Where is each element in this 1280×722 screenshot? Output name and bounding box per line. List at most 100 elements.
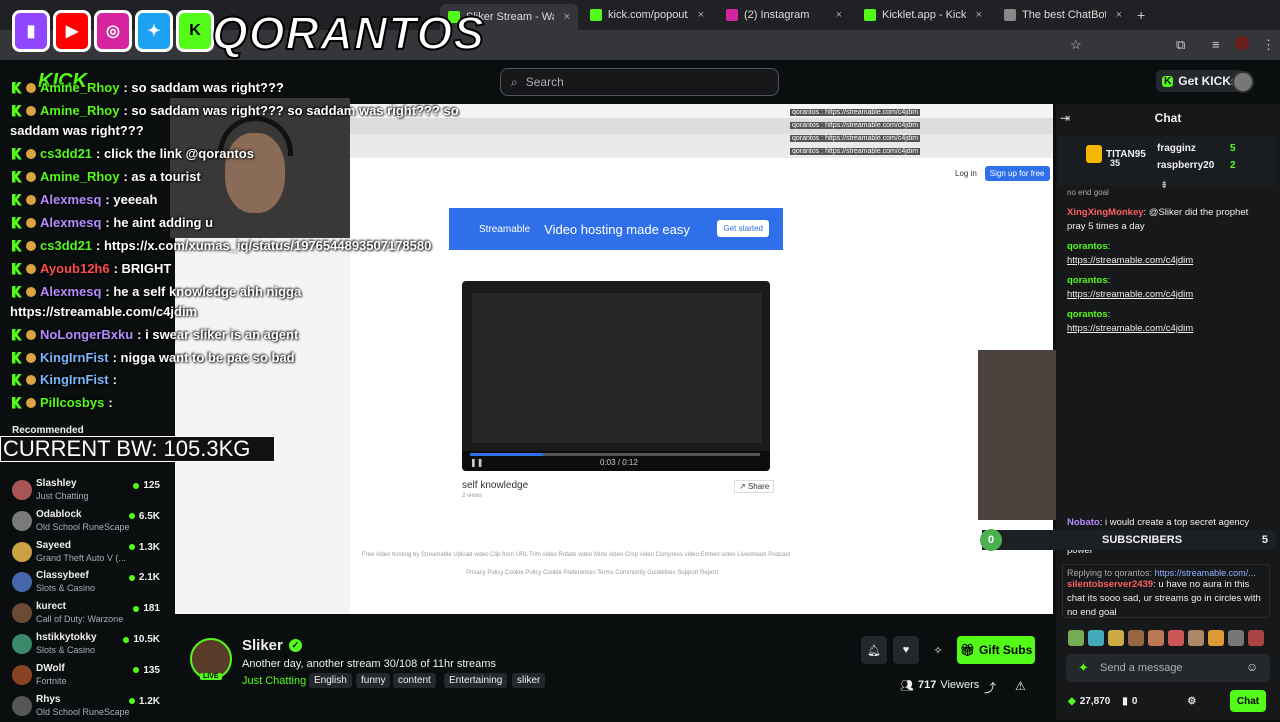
close-icon[interactable]: × <box>836 9 842 21</box>
chat-username[interactable]: XingXingMonkey <box>1067 207 1144 218</box>
new-tab-icon[interactable]: + <box>1137 7 1145 23</box>
reply-user[interactable]: silentobserver2439 <box>1067 579 1153 590</box>
live-dot-icon <box>128 698 135 705</box>
browser-tab[interactable]: The best ChatBot and W × <box>996 4 1130 26</box>
close-icon[interactable]: × <box>564 11 570 23</box>
sidebar-channel[interactable]: Sayeed Grand Theft Auto V (... 1.3K <box>10 540 160 568</box>
youtube-icon: ▶ <box>53 10 91 52</box>
emote-icon[interactable] <box>1208 630 1224 646</box>
stream-tag[interactable]: Entertaining <box>444 673 508 688</box>
settings-icon[interactable]: ⚙ <box>1187 696 1196 707</box>
gift-subs-button[interactable]: 🎁︎ Gift Subs <box>957 636 1035 664</box>
tab-favicon-icon <box>590 9 602 21</box>
emote-bar <box>1068 630 1264 646</box>
chat-username[interactable]: qorantos <box>1067 241 1108 252</box>
stream-category[interactable]: Just Chatting <box>242 675 306 687</box>
chat-message-input[interactable]: Send a message <box>1066 654 1270 682</box>
notification-bell-button[interactable]: 🔔︎ <box>861 636 887 664</box>
emote-icon[interactable] <box>1168 630 1184 646</box>
captured-chat-line: qorantos : https://streamable.com/c4jdim <box>790 132 950 145</box>
overlay-chat-message: KingIrnFist: nigga want to be pac so bad <box>12 350 295 365</box>
close-icon[interactable]: × <box>698 9 704 21</box>
chat-link[interactable]: https://streamable.com/c4jdim <box>1067 289 1193 300</box>
sidebar-channel[interactable]: Classybeef Slots & Casino 2.1K <box>10 570 160 598</box>
channel-category: Call of Duty: Warzone <box>36 614 124 625</box>
chat-send-button[interactable]: Chat <box>1230 690 1266 712</box>
browser-tab[interactable]: kick.com/popout/qorantos × <box>582 4 712 26</box>
channel-name: Slashley <box>36 478 77 489</box>
chat-username[interactable]: qorantos <box>1067 275 1108 286</box>
search-input[interactable]: ⌕ Search <box>500 68 779 96</box>
follow-button[interactable]: ♥ <box>893 636 919 664</box>
sidebar-channel[interactable]: DWolf Fortnite 135 <box>10 663 160 691</box>
channel-name: hstikkytokky <box>36 632 97 643</box>
chat-link[interactable]: https://streamable.com/c4jdim <box>1067 255 1193 266</box>
captured-video-player: ❚❚ 0:03 / 0:12 <box>462 281 770 471</box>
chat-username[interactable]: qorantos <box>1067 309 1108 320</box>
reply-prefix: Replying to qorantos: <box>1067 568 1153 578</box>
kebab-menu-icon[interactable]: ⋮ <box>1262 37 1275 53</box>
extensions-icon[interactable]: ⧉ <box>1176 37 1185 53</box>
gift-subs-label: Gift Subs <box>978 643 1033 657</box>
channel-viewers: 1.3K <box>128 542 160 553</box>
browser-tab[interactable]: (2) Instagram × <box>718 4 850 26</box>
chat-username[interactable]: Nobato <box>1067 517 1100 528</box>
overlay-chat-user: Alexmesq <box>40 192 102 207</box>
emote-icon[interactable] <box>1148 630 1164 646</box>
menu-list-icon[interactable]: ≡ <box>1212 37 1220 52</box>
user-badge-icon <box>26 82 36 93</box>
emote-icon[interactable] <box>1128 630 1144 646</box>
channel-category: Just Chatting <box>36 491 89 501</box>
clip-button[interactable]: ✧ <box>925 636 951 664</box>
get-kicks-button[interactable]: K Get KICKs <box>1156 70 1244 92</box>
sidebar-channel[interactable]: Slashley Just Chatting 125 <box>10 478 160 506</box>
user-badge-icon <box>26 374 36 385</box>
close-icon[interactable]: × <box>1116 9 1122 21</box>
emote-icon[interactable] <box>1188 630 1204 646</box>
gifter-count: 5 <box>1230 143 1236 154</box>
kick-badge-icon <box>12 147 22 160</box>
user-badge-icon <box>26 240 36 251</box>
avatar[interactable] <box>1232 71 1254 93</box>
sidebar-channel[interactable]: hstikkytokky Slots & Casino 10.5K <box>10 632 160 660</box>
overlay-chat-text: : so saddam was right??? so saddam was r… <box>123 103 459 118</box>
chat-link[interactable]: https://streamable.com/c4jdim <box>1067 323 1193 334</box>
emote-icon[interactable] <box>1108 630 1124 646</box>
emote-icon[interactable] <box>1248 630 1264 646</box>
overlay-chat-text: : https://x.com/xumas_iq/status/19765448… <box>96 238 432 253</box>
bw-overlay: CURRENT BW: 105.3KG <box>0 436 275 462</box>
sidebar-channel[interactable]: kurect Call of Duty: Warzone 181 <box>10 601 160 629</box>
emoji-icon[interactable]: ☺ <box>1246 660 1258 674</box>
share-icon[interactable]: ⤴ <box>984 679 996 696</box>
emote-icon[interactable] <box>1068 630 1084 646</box>
stream-tag[interactable]: sliker <box>512 673 546 688</box>
sidebar-channel[interactable]: Odablock Old School RuneScape 6.5K <box>10 509 160 537</box>
viewers-icon: 👥︎ <box>900 680 914 692</box>
live-dot-icon <box>133 605 140 612</box>
star-icon[interactable]: ☆ <box>1070 37 1082 53</box>
tab-label: kick.com/popout/qorantos <box>608 9 688 21</box>
user-badge-icon <box>26 263 36 274</box>
kick-coin-icon: K <box>1162 75 1174 87</box>
stream-tag[interactable]: English <box>309 673 352 688</box>
subs-current: 0 <box>980 529 1002 551</box>
kick-emote-icon[interactable]: ✦ <box>1078 660 1089 676</box>
browser-profile-icon[interactable] <box>1235 36 1249 50</box>
report-icon[interactable]: ⚠ <box>1015 679 1026 693</box>
stream-tag[interactable]: funny <box>356 673 391 688</box>
reply-link[interactable]: https://streamable.com/... <box>1155 568 1256 578</box>
emote-icon[interactable] <box>1228 630 1244 646</box>
browser-tab[interactable]: Kicklet.app - Kick Chatbo × <box>856 4 990 26</box>
streamer-name[interactable]: Sliker <box>242 637 283 654</box>
viewers-label: Viewers <box>940 679 980 691</box>
emote-icon[interactable] <box>1088 630 1104 646</box>
search-icon: ⌕ <box>511 74 518 89</box>
viewers-value: 1.2K <box>138 695 160 707</box>
captured-caption: self knowledge <box>462 480 529 491</box>
overlay-chat-message: Ayoub12h6: BRIGHT <box>12 261 171 276</box>
stream-tag[interactable]: content <box>393 673 436 688</box>
user-badge-icon <box>26 329 36 340</box>
sidebar-channel[interactable]: Rhys Old School RuneScape 1.2K <box>10 694 160 722</box>
close-icon[interactable]: × <box>976 9 982 21</box>
captured-signup: Sign up for free <box>984 166 1050 181</box>
